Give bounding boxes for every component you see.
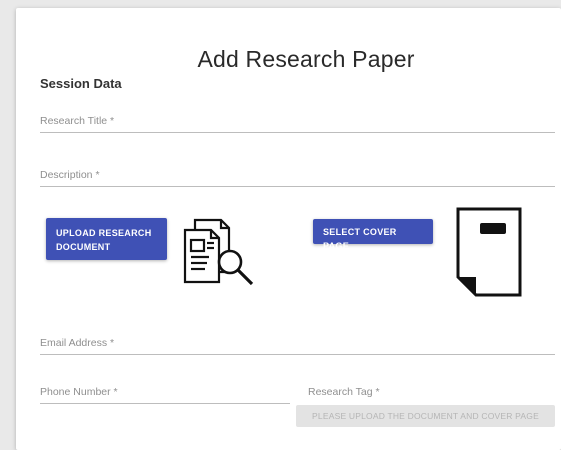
- phone-number-field[interactable]: Phone Number *: [40, 386, 290, 404]
- phone-underline: [40, 403, 290, 404]
- research-title-field[interactable]: Research Title *: [40, 115, 555, 133]
- research-tag-label: Research Tag *: [308, 386, 380, 398]
- email-placeholder: Email Address *: [40, 337, 115, 349]
- upload-research-document-button[interactable]: UPLOAD RESEARCH DOCUMENT: [46, 218, 167, 260]
- form-card: Add Research Paper Session Data Research…: [16, 8, 561, 450]
- description-underline: [40, 186, 555, 187]
- email-underline: [40, 354, 555, 355]
- description-placeholder: Description *: [40, 169, 100, 181]
- section-label: Session Data: [40, 76, 122, 91]
- research-title-placeholder: Research Title *: [40, 115, 115, 127]
- research-tag-field[interactable]: Research Tag *: [308, 386, 548, 400]
- select-cover-page-button[interactable]: SELECT COVER PAGE: [313, 219, 433, 251]
- document-search-icon: [183, 218, 254, 286]
- upload-required-disabled-button: PLEASE UPLOAD THE DOCUMENT AND COVER PAG…: [296, 405, 555, 427]
- page-title: Add Research Paper: [197, 46, 415, 72]
- research-title-underline: [40, 132, 555, 133]
- email-field[interactable]: Email Address *: [40, 337, 555, 355]
- phone-placeholder: Phone Number *: [40, 386, 118, 398]
- description-field[interactable]: Description *: [40, 169, 555, 187]
- cover-page-icon: [456, 207, 522, 297]
